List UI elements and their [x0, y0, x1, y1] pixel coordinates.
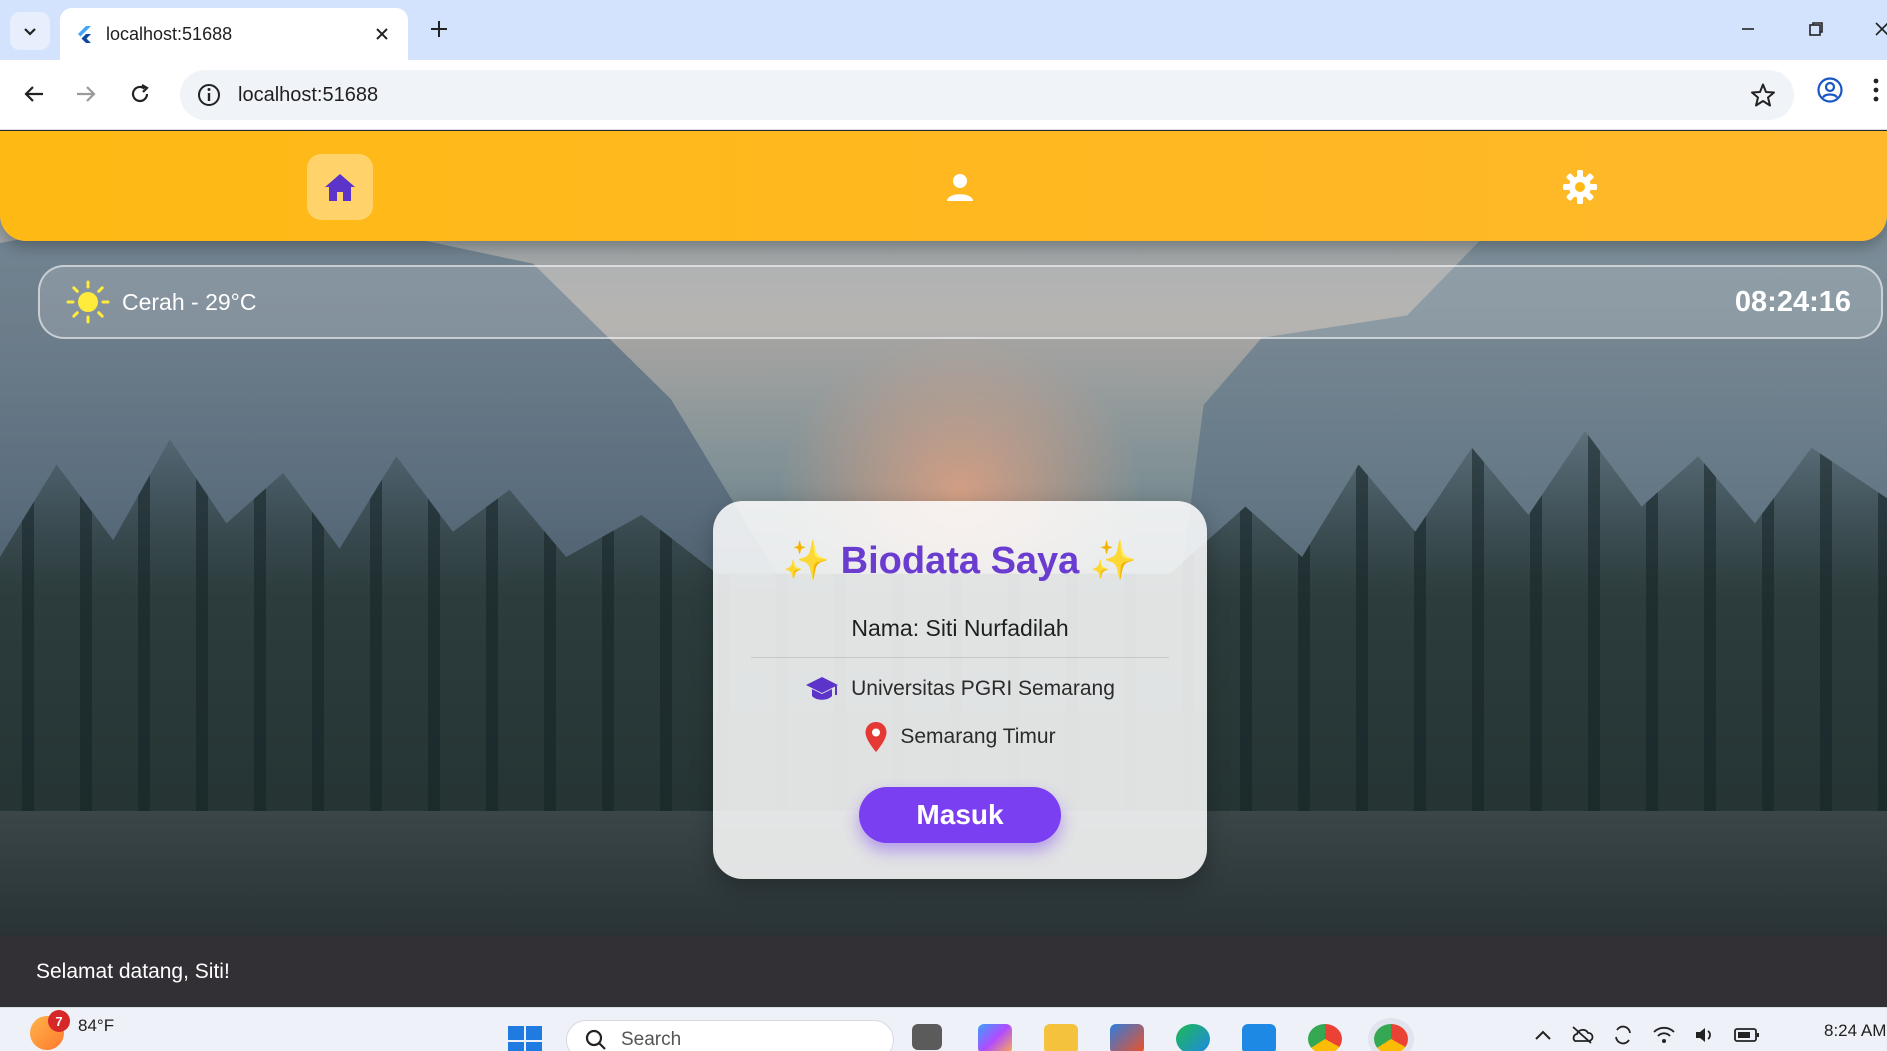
taskbar-clock[interactable]: 8:24 AM — [1824, 1021, 1886, 1041]
home-icon — [325, 174, 355, 201]
windows-taskbar: 7 84°F Search 8:24 AM — [0, 1007, 1887, 1051]
back-button[interactable] — [16, 76, 52, 112]
minimize-button[interactable] — [1728, 14, 1768, 44]
volume-icon[interactable] — [1694, 1025, 1716, 1045]
url-text: localhost:51688 — [238, 83, 379, 106]
browser-tab-strip: localhost:51688 — [0, 0, 1887, 60]
taskbar-search[interactable]: Search — [566, 1020, 894, 1051]
weather-widget-icon: 7 — [30, 1010, 70, 1050]
reload-button[interactable] — [122, 76, 158, 112]
notification-badge: 7 — [48, 1010, 70, 1032]
copilot-icon[interactable] — [978, 1024, 1012, 1051]
windows-logo-icon — [508, 1026, 542, 1051]
tab-close-button[interactable] — [370, 22, 394, 46]
tab-search-dropdown-button[interactable] — [10, 12, 50, 50]
nav-home-button[interactable] — [307, 154, 373, 220]
taskbar-temperature: 84°F — [78, 1016, 115, 1035]
search-placeholder: Search — [621, 1029, 682, 1050]
reload-icon — [131, 84, 149, 103]
app-viewport: Cerah - 29°C 08:24:16 ✨ Biodata Saya ✨ N… — [0, 131, 1887, 1007]
address-bar[interactable]: localhost:51688 — [180, 70, 1794, 120]
onedrive-off-icon[interactable] — [1570, 1026, 1594, 1044]
sync-icon[interactable] — [1612, 1024, 1634, 1046]
snackbar-message: Selamat datang, Siti! — [36, 959, 230, 983]
browser-toolbar: localhost:51688 — [0, 60, 1887, 130]
name-text: Nama: Siti Nurfadilah — [851, 615, 1069, 641]
location-pin-icon — [865, 722, 887, 752]
weather-bar: Cerah - 29°C 08:24:16 — [38, 265, 1883, 339]
nav-settings-button[interactable] — [1547, 154, 1613, 220]
info-icon[interactable] — [196, 82, 222, 108]
sun-icon — [66, 280, 110, 324]
browser-menu-button[interactable] — [1872, 76, 1880, 109]
app-top-nav — [0, 131, 1887, 241]
flutter-icon — [78, 26, 91, 43]
system-tray — [1534, 1024, 1760, 1046]
close-window-button[interactable] — [1862, 14, 1887, 44]
chevron-down-icon — [24, 28, 36, 36]
start-button[interactable] — [508, 1026, 542, 1051]
close-icon — [1875, 22, 1887, 36]
tab-title: localhost:51688 — [106, 23, 233, 44]
minimize-icon — [1742, 28, 1754, 30]
chrome-icon[interactable] — [1308, 1024, 1342, 1051]
vscode-icon[interactable] — [1242, 1024, 1276, 1051]
location-text: Semarang Timur — [900, 725, 1056, 748]
plus-icon — [431, 21, 447, 37]
search-icon — [585, 1029, 606, 1050]
profile-button[interactable] — [1816, 76, 1844, 109]
star-icon[interactable] — [1750, 82, 1776, 108]
battery-icon[interactable] — [1734, 1027, 1760, 1043]
arrow-right-icon — [77, 86, 96, 102]
new-tab-button[interactable] — [424, 14, 454, 44]
restore-button[interactable] — [1796, 14, 1836, 44]
arrow-left-icon — [24, 86, 43, 102]
nav-profile-button[interactable] — [927, 154, 993, 220]
graduation-cap-icon — [806, 677, 839, 700]
masuk-button[interactable]: Masuk — [859, 787, 1061, 843]
biodata-card: ✨ Biodata Saya ✨ Nama: Siti Nurfadilah U… — [713, 501, 1207, 879]
wifi-icon[interactable] — [1652, 1025, 1676, 1045]
university-row: Universitas PGRI Semarang — [713, 675, 1207, 703]
clock-text: 08:24:16 — [1734, 285, 1851, 318]
taskbar-weather-widget[interactable]: 7 84°F — [30, 1010, 115, 1050]
chrome-active-icon[interactable] — [1374, 1024, 1408, 1051]
gear-icon — [1563, 170, 1597, 204]
snackbar: Selamat datang, Siti! — [0, 936, 1887, 1007]
microsoft-store-icon[interactable] — [1110, 1024, 1144, 1051]
person-icon — [947, 174, 973, 201]
chevron-up-icon[interactable] — [1534, 1028, 1552, 1042]
divider — [751, 657, 1169, 658]
location-row: Semarang Timur — [713, 721, 1207, 753]
close-icon — [376, 28, 388, 40]
forward-button[interactable] — [68, 76, 104, 112]
file-explorer-icon[interactable] — [1044, 1024, 1078, 1051]
card-title: ✨ Biodata Saya ✨ — [782, 540, 1138, 582]
more-vertical-icon — [1873, 78, 1879, 102]
task-view-icon[interactable] — [912, 1024, 942, 1050]
account-circle-icon — [1817, 77, 1843, 103]
restore-icon — [1809, 22, 1823, 36]
browser-tab-active[interactable]: localhost:51688 — [60, 8, 408, 60]
weather-text: Cerah - 29°C — [122, 288, 257, 315]
university-text: Universitas PGRI Semarang — [851, 677, 1115, 700]
edge-icon[interactable] — [1176, 1024, 1210, 1051]
